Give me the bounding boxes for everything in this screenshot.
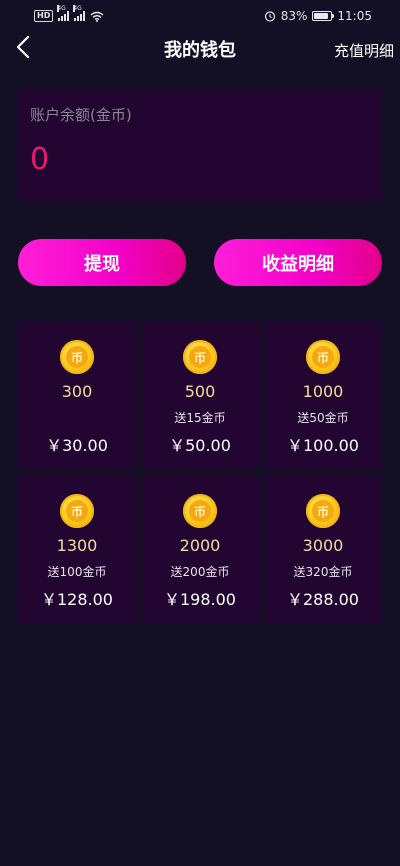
package-amount: 2000 [179, 536, 221, 555]
status-bar: HD 4G 4G 83% 11:05 [0, 0, 400, 32]
package-amount: 1300 [56, 536, 98, 555]
network-label: 4G [57, 5, 66, 12]
withdraw-button[interactable]: 提现 [18, 239, 186, 286]
package-bonus: 送50金币 [297, 411, 349, 425]
recharge-package[interactable]: 币 3000 送320金币 ￥288.00 [264, 476, 382, 624]
recharge-package[interactable]: 币 2000 送200金币 ￥198.00 [141, 476, 259, 624]
balance-label: 账户余额(金币) [30, 106, 132, 124]
package-amount: 300 [61, 382, 93, 401]
signal-icon: 4G [57, 5, 70, 21]
package-price: ￥30.00 [46, 436, 108, 455]
wifi-icon [90, 11, 104, 22]
alarm-icon [264, 11, 275, 22]
package-bonus: 送200金币 [170, 565, 230, 579]
package-price: ￥50.00 [169, 436, 231, 455]
status-left: HD 4G 4G [34, 5, 104, 22]
package-amount: 3000 [302, 536, 344, 555]
signal-icon-2: 4G [73, 5, 86, 21]
clock: 11:05 [337, 9, 372, 23]
package-price: ￥198.00 [164, 590, 236, 609]
recharge-package[interactable]: 币 300 ￥30.00 [18, 322, 136, 470]
package-amount: 500 [184, 382, 216, 401]
package-amount: 1000 [302, 382, 344, 401]
coin-icon: 币 [60, 494, 94, 528]
balance-value: 0 [30, 142, 50, 177]
recharge-package[interactable]: 币 1300 送100金币 ￥128.00 [18, 476, 136, 624]
recharge-history-link[interactable]: 充值明细 [334, 40, 394, 61]
earnings-detail-button[interactable]: 收益明细 [214, 239, 382, 286]
package-price: ￥288.00 [287, 590, 359, 609]
battery-icon [312, 11, 335, 21]
battery-fill [314, 13, 328, 19]
package-bonus: 送100金币 [47, 565, 107, 579]
coin-icon: 币 [306, 340, 340, 374]
package-price: ￥100.00 [287, 436, 359, 455]
coin-icon: 币 [60, 340, 94, 374]
balance-card: 账户余额(金币) 0 [18, 90, 382, 202]
network-label-2: 4G [73, 5, 82, 12]
status-right: 83% 11:05 [264, 9, 372, 23]
nav-bar: 我的钱包 充值明细 [0, 32, 400, 64]
coin-icon: 币 [183, 494, 217, 528]
package-bonus: 送15金币 [174, 411, 226, 425]
battery-percent: 83% [280, 9, 308, 23]
recharge-package[interactable]: 币 500 送15金币 ￥50.00 [141, 322, 259, 470]
recharge-package[interactable]: 币 1000 送50金币 ￥100.00 [264, 322, 382, 470]
hd-badge: HD [34, 10, 54, 22]
coin-icon: 币 [183, 340, 217, 374]
recharge-package-grid: 币 300 ￥30.00 币 500 送15金币 ￥50.00 币 1000 送… [18, 322, 382, 624]
coin-icon: 币 [306, 494, 340, 528]
package-price: ￥128.00 [41, 590, 113, 609]
package-bonus: 送320金币 [293, 565, 353, 579]
